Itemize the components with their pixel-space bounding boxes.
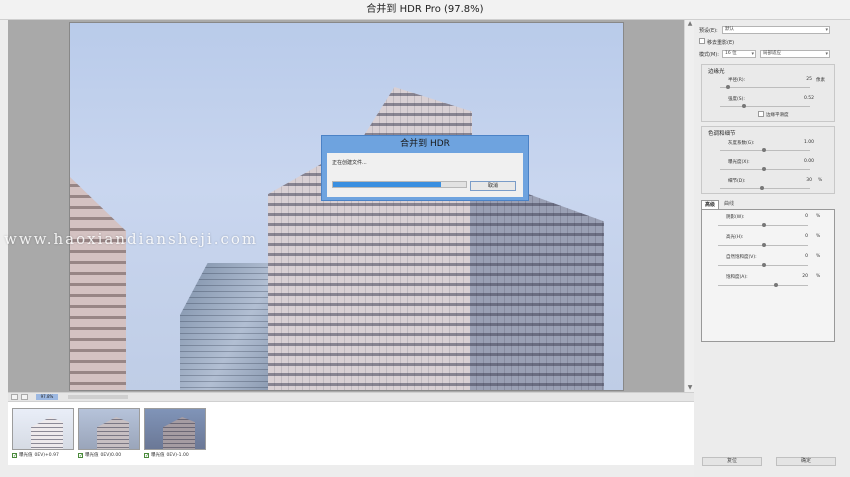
horizontal-scrollbar[interactable] — [68, 395, 128, 399]
hdr-preview-image — [69, 22, 624, 391]
progress-bar — [332, 181, 467, 188]
exposure-label: 曝光度(X): — [728, 160, 750, 165]
scroll-down-icon[interactable]: ▼ — [686, 384, 694, 392]
tab-advanced[interactable]: 高级 — [701, 200, 720, 209]
detail-value[interactable]: 30 — [798, 177, 812, 184]
source-thumbnail-1[interactable] — [12, 408, 74, 450]
progress-bar-fill — [333, 182, 441, 187]
highlight-unit: % — [816, 234, 821, 239]
hdr-settings-panel: 预设(E): 默认 移去重影(E) 模式(M): 16 位 局部适应 边缘光 半… — [694, 20, 850, 477]
shadow-value[interactable]: 0 — [794, 213, 808, 220]
saturation-unit: % — [816, 274, 821, 279]
source-thumbnail-2[interactable] — [78, 408, 140, 450]
mode-label: 模式(M): — [699, 52, 719, 58]
strength-slider[interactable] — [720, 106, 810, 107]
saturation-value[interactable]: 20 — [794, 273, 808, 280]
left-building — [70, 177, 126, 390]
right-building — [470, 173, 604, 390]
gamma-label: 灰度系数(G): — [728, 141, 755, 146]
smooth-edges-checkbox[interactable] — [758, 111, 764, 117]
preset-dropdown[interactable]: 默认 — [722, 26, 830, 34]
dialog-title: 合并到 HDR — [400, 139, 450, 149]
radius-label: 半径(R): — [728, 78, 746, 83]
adjustment-tabs: 高级 曲线 — [701, 200, 835, 209]
thumbnail-label-3: ✓ 曝光值 0EV)-1.00 — [144, 452, 189, 459]
bit-depth-dropdown[interactable]: 16 位 — [722, 50, 756, 58]
main-building — [268, 87, 472, 390]
detail-label: 细节(D): — [728, 179, 746, 184]
smooth-edges-label: 边缘平滑度 — [766, 113, 789, 118]
strength-slider-knob[interactable] — [742, 104, 746, 108]
preset-label: 预设(E): — [699, 28, 718, 34]
exposure-value[interactable]: 0.00 — [800, 158, 814, 165]
tab-curve[interactable]: 曲线 — [721, 200, 737, 209]
strength-value[interactable]: 0.52 — [800, 95, 814, 102]
source-thumbnail-3[interactable] — [144, 408, 206, 450]
shadow-unit: % — [816, 214, 821, 219]
radius-slider-knob[interactable] — [726, 85, 730, 89]
radius-unit: 像素 — [816, 78, 825, 83]
reset-button[interactable]: 复位 — [702, 457, 762, 466]
vibrance-value[interactable]: 0 — [794, 253, 808, 260]
edge-glow-group: 边缘光 半径(R): 25 像素 强度(S): 0.52 边缘平滑度 — [701, 64, 835, 122]
advanced-tab-pane: 阴影(W): 0 % 高光(H): 0 % 自然饱和度(V): 0 % 饱和度(… — [701, 209, 835, 342]
scroll-up-icon[interactable]: ▲ — [686, 20, 694, 28]
zoom-out-button[interactable] — [11, 394, 18, 400]
dialog-body: 正在创建文件... 取消 — [327, 153, 523, 197]
gamma-value[interactable]: 1.00 — [800, 139, 814, 146]
edge-glow-title: 边缘光 — [708, 69, 725, 75]
detail-slider[interactable] — [720, 188, 810, 189]
gamma-slider-knob[interactable] — [762, 148, 766, 152]
dialog-message: 正在创建文件... — [332, 160, 367, 166]
watermark-text: www.haoxiandiansheji.com — [4, 230, 259, 248]
highlight-label: 高光(H): — [726, 235, 744, 240]
shadow-slider-knob[interactable] — [762, 223, 766, 227]
saturation-label: 饱和度(A): — [726, 275, 748, 280]
detail-unit: % — [818, 178, 823, 183]
include-checkbox-1[interactable]: ✓ — [12, 452, 17, 458]
detail-slider-knob[interactable] — [760, 186, 764, 190]
zoom-in-button[interactable] — [21, 394, 28, 400]
method-dropdown[interactable]: 局部适应 — [760, 50, 830, 58]
zoom-value[interactable]: 97.8% — [36, 394, 58, 400]
highlight-value[interactable]: 0 — [794, 233, 808, 240]
radius-slider[interactable] — [720, 87, 810, 88]
preview-vertical-scrollbar[interactable]: ▲ ▼ — [684, 20, 694, 392]
include-checkbox-3[interactable]: ✓ — [144, 452, 149, 458]
exposure-slider-knob[interactable] — [762, 167, 766, 171]
vibrance-label: 自然饱和度(V): — [726, 255, 757, 260]
highlight-slider-knob[interactable] — [762, 243, 766, 247]
tone-detail-title: 色调和细节 — [708, 131, 736, 137]
saturation-slider-knob[interactable] — [774, 283, 778, 287]
vibrance-unit: % — [816, 254, 821, 259]
glass-building — [180, 263, 272, 390]
source-filmstrip: ✓ 曝光值 0EV)+0.97 ✓ 曝光值 0EV)0.00 ✓ 曝光值 0EV… — [8, 401, 694, 465]
saturation-slider[interactable] — [718, 285, 808, 286]
ok-button[interactable]: 确定 — [776, 457, 836, 466]
thumbnail-label-2: ✓ 曝光值 0EV)0.00 — [78, 452, 122, 459]
include-checkbox-2[interactable]: ✓ — [78, 452, 83, 458]
radius-value[interactable]: 25 — [798, 76, 812, 83]
strength-label: 强度(S): — [728, 97, 745, 102]
vibrance-slider-knob[interactable] — [762, 263, 766, 267]
thumbnail-label-1: ✓ 曝光值 0EV)+0.97 — [12, 452, 59, 459]
zoom-bar: 97.8% — [8, 392, 694, 401]
remove-ghosts-checkbox[interactable] — [699, 38, 705, 44]
window-title: 合并到 HDR Pro (97.8%) — [0, 0, 850, 20]
cancel-button[interactable]: 取消 — [470, 181, 516, 191]
progress-dialog: 合并到 HDR 正在创建文件... 取消 — [321, 135, 529, 201]
tone-detail-group: 色调和细节 灰度系数(G): 1.00 曝光度(X): 0.00 细节(D): … — [701, 126, 835, 194]
remove-ghosts-label: 移去重影(E) — [707, 40, 735, 46]
shadow-label: 阴影(W): — [726, 215, 745, 220]
